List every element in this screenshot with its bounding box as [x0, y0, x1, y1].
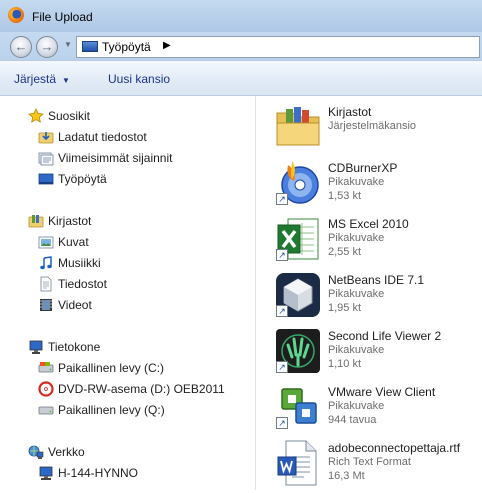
desktop-icon — [82, 41, 98, 52]
file-type: Pikakuvake — [328, 288, 385, 300]
forward-arrow-icon: → — [40, 39, 54, 54]
libraries-icon — [28, 215, 44, 228]
file-item-rtf-document[interactable]: adobeconnectopettaja.rtf Rich Text Forma… — [274, 439, 482, 493]
file-name: adobeconnectopettaja.rtf — [328, 441, 461, 455]
libraries-folder-icon — [276, 107, 320, 146]
file-type: Pikakuvake — [328, 176, 385, 188]
shortcut-arrow-icon: ↗ — [276, 249, 288, 261]
file-size: 1,95 kt — [328, 302, 362, 314]
navigation-bar: ← → ▼ Työpöytä ▶ — [0, 32, 482, 60]
organize-button[interactable]: Järjestä ▼ — [14, 72, 70, 86]
file-type: Pikakuvake — [328, 232, 385, 244]
file-name: VMware View Client — [328, 385, 436, 399]
shortcut-arrow-icon: ↗ — [276, 305, 288, 317]
file-item-vmware[interactable]: ↗ VMware View Client Pikakuvake 944 tavu… — [274, 383, 482, 437]
navigation-pane: Suosikit Ladatut tiedostot Viimeisimmät … — [0, 96, 255, 490]
dvd-drive-icon — [38, 381, 54, 397]
back-arrow-icon: ← — [14, 39, 28, 54]
file-item-libraries[interactable]: Kirjastot Järjestelmäkansio — [274, 103, 482, 157]
network-computer-icon — [39, 466, 53, 480]
file-item-netbeans[interactable]: ↗ NetBeans IDE 7.1 Pikakuvake 1,95 kt — [274, 271, 482, 325]
documents-icon — [40, 276, 52, 292]
desktop-icon — [38, 173, 54, 185]
file-name: CDBurnerXP — [328, 161, 398, 175]
downloads-folder-icon — [38, 132, 54, 144]
back-button[interactable]: ← — [10, 36, 32, 58]
title-bar: File Upload — [0, 0, 482, 32]
file-size: 2,55 kt — [328, 246, 362, 258]
file-item-cdburnerxp[interactable]: ↗ CDBurnerXP Pikakuvake 1,53 kt — [274, 159, 482, 213]
file-size: 1,53 kt — [328, 190, 362, 202]
breadcrumb-chevron-icon[interactable]: ▶ — [163, 40, 171, 51]
file-name: NetBeans IDE 7.1 — [328, 273, 425, 287]
breadcrumb-desktop[interactable]: Työpöytä — [102, 40, 151, 54]
file-size: 1,10 kt — [328, 358, 362, 370]
chevron-down-icon: ▼ — [62, 76, 70, 85]
recent-locations-dropdown[interactable]: ▼ — [64, 40, 72, 49]
file-size: 16,3 Mt — [328, 470, 365, 482]
file-type: Pikakuvake — [328, 344, 385, 356]
address-bar[interactable]: Työpöytä ▶ — [76, 36, 480, 58]
recent-places-icon — [38, 152, 54, 166]
music-icon — [40, 256, 52, 270]
rtf-document-icon — [277, 440, 317, 486]
file-name: Second Life Viewer 2 — [328, 329, 442, 343]
file-size: 944 tavua — [328, 414, 377, 426]
videos-icon — [40, 299, 52, 311]
file-type: Pikakuvake — [328, 400, 385, 412]
file-item-second-life[interactable]: ↗ Second Life Viewer 2 Pikakuvake 1,10 k… — [274, 327, 482, 381]
command-bar: Järjestä ▼ Uusi kansio — [0, 60, 482, 96]
pictures-icon — [38, 236, 54, 249]
star-icon — [28, 108, 44, 123]
shortcut-arrow-icon: ↗ — [276, 361, 288, 373]
organize-label: Järjestä — [14, 72, 57, 86]
firefox-icon — [8, 7, 24, 23]
file-type: Järjestelmäkansio — [328, 120, 417, 132]
shortcut-arrow-icon: ↗ — [276, 193, 288, 205]
file-name: MS Excel 2010 — [328, 217, 409, 231]
forward-button[interactable]: → — [36, 36, 58, 58]
local-disk-icon — [38, 362, 54, 373]
file-item-excel[interactable]: ↗ MS Excel 2010 Pikakuvake 2,55 kt — [274, 215, 482, 269]
computer-icon — [29, 340, 43, 354]
file-name: Kirjastot — [328, 105, 372, 119]
file-type: Rich Text Format — [328, 456, 411, 468]
network-icon — [28, 445, 44, 459]
new-folder-button[interactable]: Uusi kansio — [108, 72, 170, 86]
shortcut-arrow-icon: ↗ — [276, 417, 288, 429]
file-list: Kirjastot Järjestelmäkansio ↗ CDBurnerXP… — [256, 96, 482, 490]
local-disk-icon — [38, 406, 54, 415]
window-title: File Upload — [32, 10, 93, 24]
